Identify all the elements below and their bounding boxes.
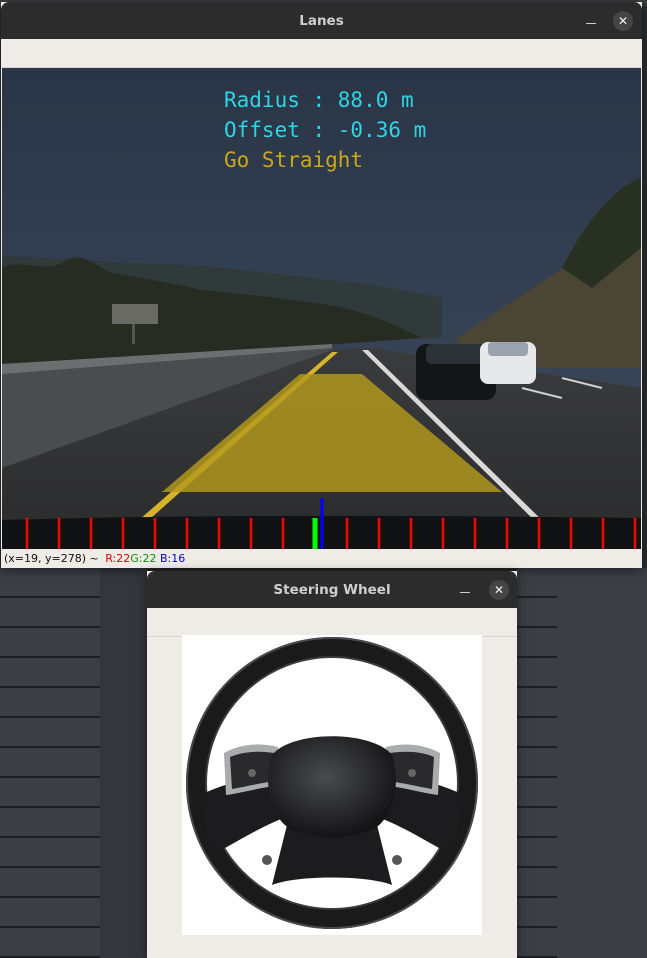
radius-readout: Radius : 88.0 m: [224, 88, 414, 112]
desktop-background-right: [517, 568, 557, 958]
window-title: Lanes: [299, 13, 344, 29]
direction-readout: Go Straight: [224, 148, 364, 172]
green-value: G:22: [130, 552, 157, 565]
close-icon[interactable]: ✕: [489, 580, 509, 600]
close-icon[interactable]: ✕: [613, 11, 633, 31]
lanes-toolbar: [1, 39, 642, 68]
minimize-icon[interactable]: [583, 12, 599, 28]
red-value: R:22: [105, 552, 131, 565]
steering-titlebar[interactable]: Steering Wheel ✕: [147, 571, 517, 608]
steering-toolbar: [147, 608, 517, 637]
cursor-coords: (x=19, y=278) ~: [4, 552, 99, 565]
steering-wheel-icon: [186, 637, 478, 929]
lane-detection-video: Radius : 88.0 m Offset : -0.36 m Go Stra…: [2, 68, 641, 549]
lanes-window: Lanes ✕ Radius: 88.0 m Offset: -0.36 m…: [1, 2, 642, 568]
desktop-background-left: [0, 568, 100, 958]
lanes-titlebar[interactable]: Lanes ✕: [1, 2, 642, 39]
steering-wheel-canvas: [182, 635, 482, 935]
desktop-panel: [100, 568, 147, 958]
blue-value: B:16: [160, 552, 186, 565]
desktop-panel-right: [557, 568, 647, 958]
pixel-info-statusbar: (x=19, y=278) ~ R:22G:22 B:16: [2, 549, 641, 568]
offset-readout: Offset : -0.36 m: [224, 118, 427, 142]
minimize-icon[interactable]: [457, 581, 473, 597]
steering-wheel-window: Steering Wheel ✕: [147, 571, 517, 958]
